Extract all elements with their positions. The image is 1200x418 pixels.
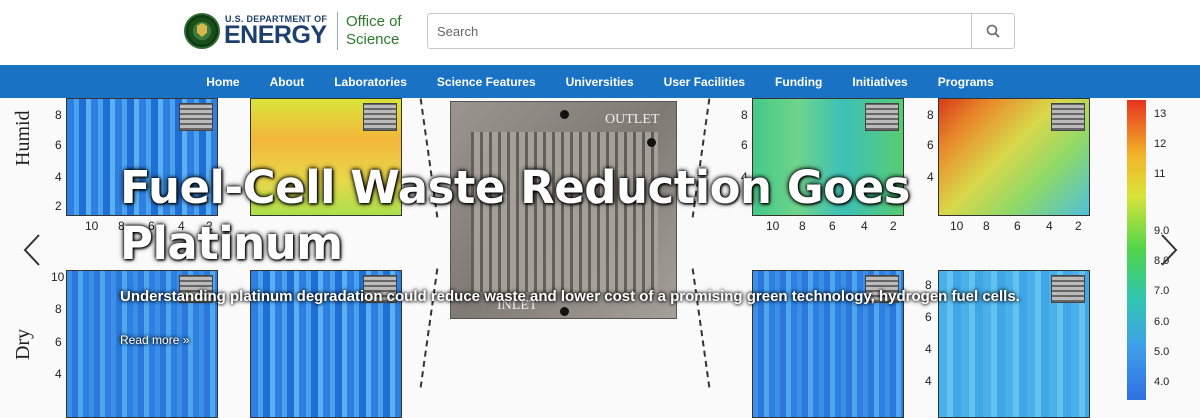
- y-tick: 4: [925, 342, 932, 356]
- hero-subhead: Understanding platinum degradation could…: [120, 288, 1020, 305]
- nav-item-programs[interactable]: Programs: [923, 75, 1009, 89]
- y-tick: 2: [55, 199, 62, 213]
- y-tick: 4: [55, 367, 62, 381]
- office-line-1: Office of: [346, 13, 402, 30]
- nav-item-initiatives[interactable]: Initiatives: [837, 75, 922, 89]
- colorbar-tick: 5.0: [1154, 346, 1170, 358]
- serpentine-inset: [865, 103, 899, 131]
- doe-seal-icon[interactable]: [184, 13, 220, 49]
- plate-port: [560, 307, 569, 316]
- office-line-2: Science: [346, 31, 400, 48]
- y-tick: 8: [927, 108, 934, 122]
- colorbar-tick: 6.0: [1154, 316, 1170, 328]
- y-tick: 6: [925, 310, 932, 324]
- chevron-right-icon[interactable]: [1156, 233, 1180, 267]
- nav-item-about[interactable]: About: [255, 75, 320, 89]
- plate-port: [560, 110, 569, 119]
- serpentine-inset: [179, 103, 213, 131]
- colorbar-tick: 11: [1154, 168, 1166, 180]
- search-icon: [986, 24, 1000, 38]
- search-button[interactable]: [971, 14, 1014, 48]
- site-header: U.S. DEPARTMENT OF ENERGY Office of Scie…: [0, 0, 1200, 65]
- chevron-left-icon[interactable]: [21, 233, 45, 267]
- hero-headline[interactable]: Fuel-Cell Waste Reduction Goes Platinum: [120, 160, 1080, 272]
- y-tick: 8: [741, 108, 748, 122]
- nav-item-laboratories[interactable]: Laboratories: [319, 75, 422, 89]
- nav-item-home[interactable]: Home: [191, 75, 254, 89]
- y-tick: 8: [55, 108, 62, 122]
- colorbar-tick: 4.0: [1154, 376, 1170, 388]
- colorbar-tick: 12: [1154, 138, 1167, 150]
- x-tick: 10: [85, 219, 99, 233]
- serpentine-inset: [1051, 103, 1085, 131]
- logo-energy-text[interactable]: ENERGY: [224, 21, 327, 50]
- y-tick: 6: [741, 138, 748, 152]
- read-more-link[interactable]: Read more »: [120, 333, 189, 347]
- nav-item-funding[interactable]: Funding: [760, 75, 837, 89]
- y-tick: 4: [55, 170, 62, 184]
- logo-divider: [337, 12, 338, 50]
- y-tick: 4: [925, 374, 932, 388]
- plate-outlet-label: OUTLET: [605, 112, 660, 127]
- row-label-dry: Dry: [12, 328, 34, 360]
- y-tick: 8: [55, 302, 62, 316]
- y-tick: 6: [927, 138, 934, 152]
- nav-item-science-features[interactable]: Science Features: [422, 75, 551, 89]
- plate-port: [647, 138, 656, 147]
- y-tick: 6: [55, 138, 62, 152]
- hero-carousel: Humid Dry 8 6 4 2 10 8 6 4 2 10 8 6 4 8 …: [0, 98, 1200, 418]
- main-nav: Home About Laboratories Science Features…: [0, 65, 1200, 98]
- colorbar: [1127, 100, 1146, 400]
- serpentine-inset: [363, 103, 397, 131]
- search-box: [427, 13, 1015, 49]
- nav-item-user-facilities[interactable]: User Facilities: [649, 75, 760, 89]
- y-tick: 6: [55, 335, 62, 349]
- colorbar-tick: 7.0: [1154, 285, 1170, 297]
- office-of-science-link[interactable]: Office of Science: [346, 13, 402, 49]
- y-tick: 10: [51, 270, 65, 284]
- search-input[interactable]: [428, 14, 972, 48]
- colorbar-tick: 13: [1154, 108, 1167, 120]
- nav-item-universities[interactable]: Universities: [551, 75, 649, 89]
- row-label-humid: Humid: [12, 110, 34, 166]
